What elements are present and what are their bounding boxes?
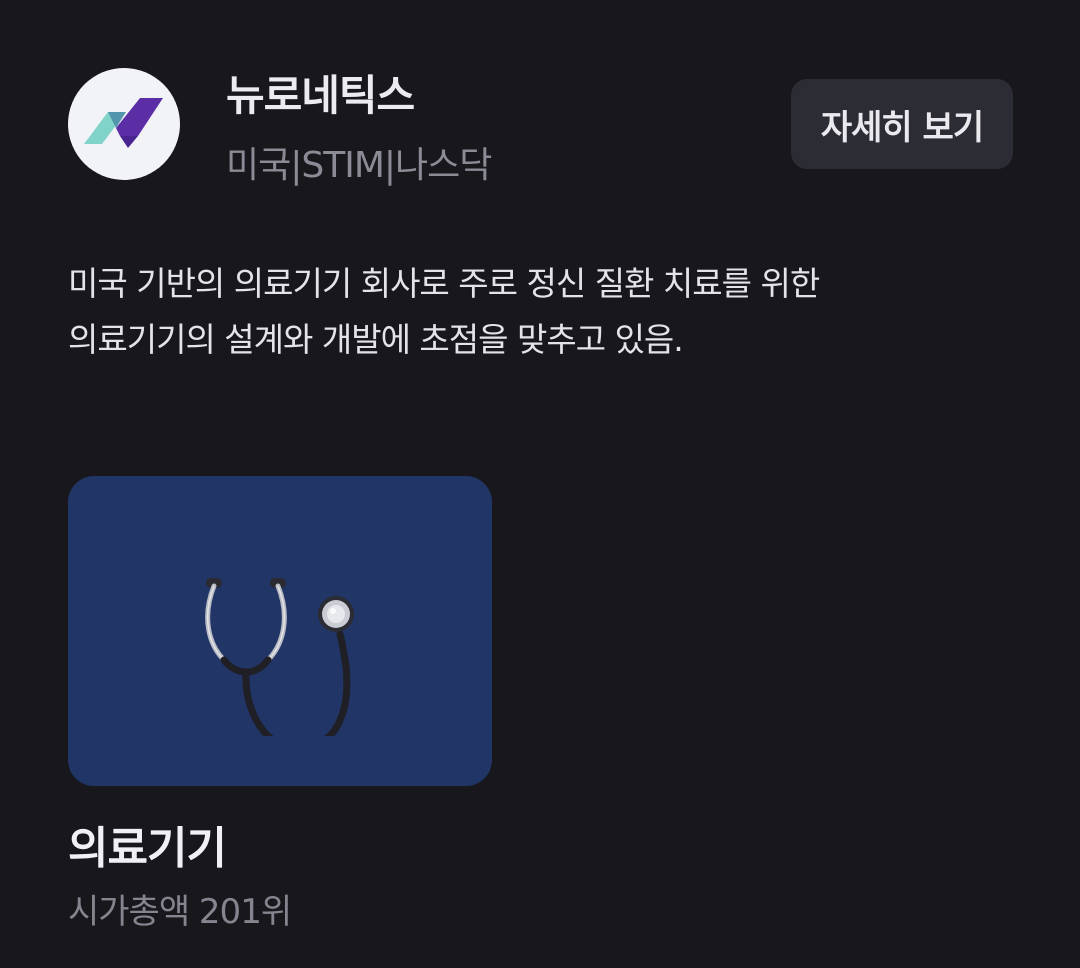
view-details-button[interactable]: 자세히 보기 bbox=[791, 79, 1013, 169]
category-card[interactable] bbox=[68, 476, 492, 786]
neuronetics-logo-icon bbox=[84, 98, 163, 148]
company-description: 미국 기반의 의료기기 회사로 주로 정신 질환 치료를 위한 의료기기의 설계… bbox=[68, 256, 1008, 368]
description-line: 미국 기반의 의료기기 회사로 주로 정신 질환 치료를 위한 bbox=[68, 264, 820, 303]
stethoscope-icon bbox=[205, 578, 354, 736]
category-rank: 시가총액 201위 bbox=[68, 892, 292, 932]
company-detail-page: 뉴로네틱스 미국|STIM|나스닥 자세히 보기 미국 기반의 의료기기 회사로… bbox=[0, 0, 1080, 968]
company-name: 뉴로네틱스 bbox=[226, 71, 415, 120]
category-title: 의료기기 bbox=[68, 823, 227, 874]
company-logo bbox=[68, 68, 180, 180]
company-meta: 미국|STIM|나스닥 bbox=[226, 145, 492, 186]
description-line: 의료기기의 설계와 개발에 초점을 맞추고 있음. bbox=[68, 320, 684, 359]
